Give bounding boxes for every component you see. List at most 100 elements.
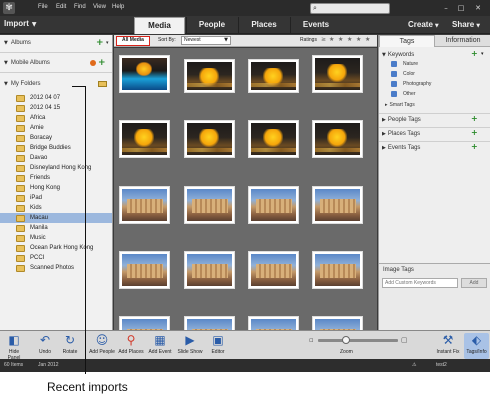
all-media-button[interactable]: All Media [116, 36, 150, 46]
menu-view[interactable]: View [93, 4, 106, 10]
add-places-button[interactable]: ⚲ Add Places [117, 333, 145, 359]
folder-view-icon[interactable] [98, 81, 107, 87]
add-keyword-icon[interactable]: + [471, 49, 478, 58]
star-icon[interactable]: ★ [329, 36, 334, 43]
search-input[interactable] [321, 5, 387, 13]
keyword-item[interactable]: Nature [391, 60, 418, 69]
rating-operator[interactable]: ≥ [321, 36, 326, 43]
menu-file[interactable]: File [38, 4, 48, 10]
my-folders-header[interactable]: ▼ My Folders [0, 77, 112, 91]
import-button[interactable]: Import ▼ [4, 19, 104, 31]
folder-item[interactable]: Scanned Photos [0, 263, 112, 273]
editor-button[interactable]: ▣ Editor [206, 333, 230, 359]
photo-thumbnail[interactable] [312, 251, 363, 289]
sort-select[interactable]: Newest ▼ [181, 36, 231, 45]
photo-thumbnail[interactable] [119, 120, 170, 158]
photo-thumbnail[interactable] [312, 55, 363, 93]
add-keyword-button[interactable]: Add [461, 278, 487, 288]
catalog-name[interactable]: test2 [436, 362, 447, 368]
star-icon[interactable]: ★ [365, 36, 370, 43]
folder-item[interactable]: PCCI [0, 253, 112, 263]
menu-edit[interactable]: Edit [56, 4, 66, 10]
folder-item[interactable]: iPad [0, 193, 112, 203]
keyword-item[interactable]: Color [391, 70, 415, 79]
photo-thumbnail[interactable] [119, 316, 170, 330]
mobile-albums-header[interactable]: ▼ Mobile Albums + [0, 56, 112, 70]
zoom-in-icon[interactable]: ▢ [401, 336, 408, 344]
folder-item[interactable]: 2012 04 15 [0, 103, 112, 113]
star-icon[interactable]: ★ [338, 36, 343, 43]
tab-events[interactable]: Events [290, 17, 341, 34]
zoom-slider-handle[interactable] [342, 336, 350, 344]
folder-item[interactable]: Hong Kong [0, 183, 112, 193]
create-menu[interactable]: Create ▼ [408, 20, 439, 29]
photo-thumbnail[interactable] [312, 120, 363, 158]
share-menu[interactable]: Share ▼ [452, 20, 480, 29]
star-icon[interactable]: ★ [356, 36, 361, 43]
zoom-out-icon[interactable]: ▫ [309, 336, 314, 344]
maximize-icon[interactable]: □ [455, 3, 467, 13]
add-people-tag-icon[interactable]: + [471, 114, 478, 123]
tags-info-button[interactable]: ⬖ Tags/Info [464, 333, 489, 359]
zoom-slider[interactable] [318, 336, 398, 344]
photo-thumbnail[interactable] [184, 120, 235, 158]
photo-thumbnail[interactable] [248, 59, 299, 93]
photo-thumbnail[interactable] [184, 251, 235, 289]
folder-item[interactable]: Disneyland Hong Kong [0, 163, 112, 173]
hide-panel-button[interactable]: ◧ Hide Panel [2, 333, 26, 361]
menu-help[interactable]: Help [112, 4, 124, 10]
tab-tags[interactable]: Tags [379, 35, 435, 47]
tab-people[interactable]: People [186, 17, 237, 34]
add-mobile-album-icon[interactable]: + [98, 56, 106, 70]
tab-information[interactable]: Information [435, 35, 490, 47]
folder-item[interactable]: Ocean Park Hong Kong [0, 243, 112, 253]
photo-thumbnail[interactable] [184, 316, 235, 330]
photo-thumbnail[interactable] [119, 55, 170, 93]
photo-thumbnail[interactable] [248, 316, 299, 330]
photo-thumbnail[interactable] [119, 186, 170, 224]
photo-thumbnail[interactable] [184, 186, 235, 224]
warning-icon[interactable]: ⚠ [412, 362, 416, 368]
photo-thumbnail[interactable] [312, 186, 363, 224]
folder-item[interactable]: Kids [0, 203, 112, 213]
albums-header[interactable]: ▼ Albums + ▾ [0, 36, 112, 50]
rotate-button[interactable]: ↻ Rotate [58, 333, 82, 359]
custom-keywords-input[interactable] [382, 278, 458, 288]
search-box[interactable]: ⌕ [310, 3, 390, 14]
add-event-button[interactable]: ▦ Add Event [146, 333, 174, 359]
chevron-down-icon[interactable]: ▾ [106, 36, 109, 50]
tab-places[interactable]: Places [238, 17, 289, 34]
menu-find[interactable]: Find [74, 4, 86, 10]
folder-item[interactable]: Bridge Buddies [0, 143, 112, 153]
photo-thumbnail[interactable] [312, 316, 363, 330]
close-icon[interactable]: ✕ [472, 3, 484, 13]
photo-thumbnail[interactable] [119, 251, 170, 289]
add-people-button[interactable]: ☺ Add People [88, 333, 116, 359]
folder-item[interactable]: Boracay [0, 133, 112, 143]
photo-thumbnail[interactable] [184, 59, 235, 93]
tab-media[interactable]: Media [134, 17, 185, 34]
photo-thumbnail[interactable] [248, 251, 299, 289]
folder-item[interactable]: Music [0, 233, 112, 243]
keyword-item[interactable]: Other [391, 90, 416, 99]
folder-item[interactable]: Africa [0, 113, 112, 123]
folder-item[interactable]: Amie [0, 123, 112, 133]
folder-item[interactable]: Manila [0, 223, 112, 233]
photo-thumbnail[interactable] [248, 120, 299, 158]
instant-fix-button[interactable]: ⚒ Instant Fix [434, 333, 462, 359]
undo-button[interactable]: ↶ Undo [34, 333, 56, 359]
minimize-icon[interactable]: – [440, 3, 452, 13]
photo-thumbnail[interactable] [248, 186, 299, 224]
add-event-tag-icon[interactable]: + [471, 142, 478, 151]
keyword-item[interactable]: Photography [391, 80, 431, 89]
folder-item[interactable]: Friends [0, 173, 112, 183]
folder-item[interactable]: Macau [0, 213, 112, 223]
star-icon[interactable]: ★ [347, 36, 352, 43]
add-place-tag-icon[interactable]: + [471, 128, 478, 137]
folder-item[interactable]: 2012 04 07 [0, 93, 112, 103]
folder-item[interactable]: Davao [0, 153, 112, 163]
add-album-icon[interactable]: + [96, 36, 104, 50]
slide-show-button[interactable]: ▶ Slide Show [176, 333, 204, 359]
chevron-down-icon[interactable]: ▾ [481, 51, 484, 57]
smart-tags-header[interactable]: ▸ Smart Tags [379, 100, 490, 110]
